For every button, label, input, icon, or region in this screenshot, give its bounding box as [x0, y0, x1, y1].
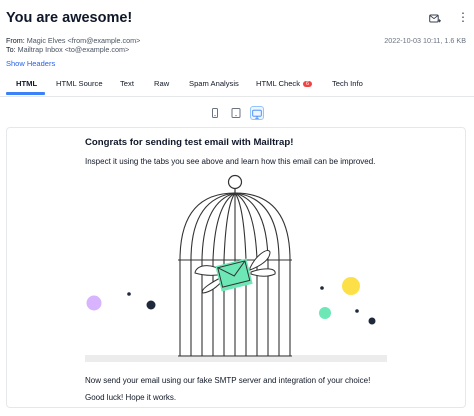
email-preview-frame [6, 127, 466, 408]
forward-icon[interactable] [429, 14, 441, 24]
from-line: From: Magic Elves <from@example.com> [6, 36, 140, 45]
tab-text[interactable]: Text [120, 79, 134, 88]
email-body-title: Congrats for sending test email with Mai… [85, 137, 294, 148]
from-value: Magic Elves <from@example.com> [26, 36, 141, 45]
desktop-icon[interactable] [250, 106, 264, 120]
email-body-signoff: Good luck! Hope it works. [85, 393, 177, 402]
to-line: To: Mailtrap Inbox <to@example.com> [6, 45, 129, 54]
show-headers-link[interactable]: Show Headers [6, 59, 55, 68]
date-size: 2022-10-03 10:11, 1.6 KB [384, 36, 466, 45]
device-switcher [0, 106, 474, 120]
html-check-badge: 6 [303, 81, 313, 87]
email-header: You are awesome! ⋮ From: Magic Elves <fr… [0, 0, 474, 126]
tab-spam-analysis[interactable]: Spam Analysis [189, 79, 239, 88]
tab-html-source[interactable]: HTML Source [56, 79, 103, 88]
to-value: Mailtrap Inbox <to@example.com> [17, 45, 130, 54]
to-label: To: [6, 45, 16, 54]
tablet-icon[interactable] [229, 106, 243, 120]
tab-tech-info[interactable]: Tech Info [332, 79, 363, 88]
more-icon[interactable]: ⋮ [457, 11, 469, 23]
tab-html[interactable]: HTML [16, 79, 37, 88]
tab-raw[interactable]: Raw [154, 79, 169, 88]
active-tab-indicator [6, 92, 45, 95]
email-subject: You are awesome! [6, 10, 133, 26]
mobile-icon[interactable] [208, 106, 222, 120]
tab-bar: HTML HTML Source Text Raw Spam Analysis … [0, 74, 474, 97]
from-label: From: [6, 36, 25, 45]
tab-html-check[interactable]: HTML Check 6 [256, 79, 313, 88]
email-body-intro: Inspect it using the tabs you see above … [85, 157, 376, 166]
email-body-outro: Now send your email using our fake SMTP … [85, 376, 371, 385]
